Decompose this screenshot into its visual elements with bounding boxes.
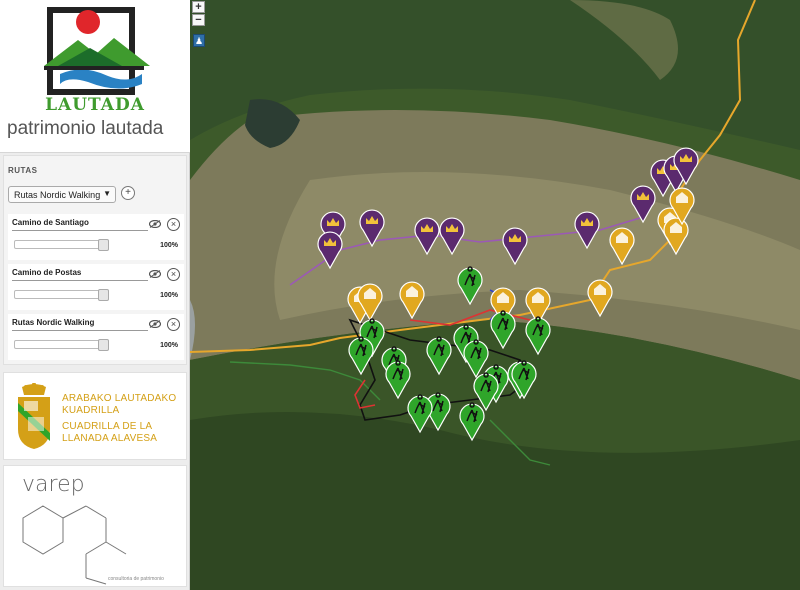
chevron-down-icon: ▼ (103, 189, 111, 198)
camino-santiago-marker[interactable] (502, 227, 528, 266)
divider (12, 330, 148, 331)
camino-postas-marker[interactable] (587, 279, 613, 318)
rutas-panel-title: RUTAS (8, 166, 38, 175)
layer-camino-postas: Camino de Postas × 100% (8, 264, 184, 310)
cuadrilla-logo-panel[interactable]: ARABAKO LAUTADAKO KUADRILLA CUADRILLA DE… (3, 372, 187, 460)
nordic-walking-marker[interactable] (385, 360, 411, 400)
varep-tagline: consultoria de patrimonio (108, 576, 164, 582)
camino-santiago-marker[interactable] (414, 217, 440, 256)
opacity-value: 100% (160, 292, 178, 299)
logo-panel: LAUTADA patrimonio lautada (0, 0, 190, 153)
slider-handle[interactable] (98, 239, 109, 251)
camino-santiago-marker[interactable] (574, 211, 600, 250)
layer-name: Camino de Postas (12, 268, 82, 277)
cuadrilla-name-line: KUADRILLA (62, 405, 120, 416)
camino-postas-marker[interactable] (609, 227, 635, 266)
zoom-out-button[interactable]: − (192, 14, 205, 26)
add-route-button[interactable]: + (121, 186, 135, 200)
nordic-walking-marker[interactable] (457, 266, 483, 306)
divider (12, 280, 148, 281)
layer-name: Camino de Santiago (12, 218, 89, 227)
remove-layer-close-icon[interactable]: × (167, 268, 180, 281)
layer-nordic-walking: Rutas Nordic Walking × 100% (8, 314, 184, 360)
opacity-slider[interactable] (14, 239, 109, 251)
opacity-value: 100% (160, 342, 178, 349)
zoom-in-button[interactable]: + (192, 1, 205, 13)
remove-layer-close-icon[interactable]: × (167, 318, 180, 331)
layer-camino-santiago: Camino de Santiago × 100% (8, 214, 184, 260)
varep-logo-panel[interactable]: varep consultoria de patrimonio (3, 465, 187, 587)
camino-santiago-marker[interactable] (439, 217, 465, 256)
coat-of-arms-icon (18, 383, 50, 449)
molecule-graphic (22, 505, 127, 585)
camino-santiago-marker[interactable] (317, 231, 343, 270)
slider-handle[interactable] (98, 339, 109, 351)
map-view[interactable]: + − ♟ (190, 0, 800, 590)
site-title: patrimonio lautada (7, 118, 164, 139)
route-select[interactable]: Rutas Nordic Walking ▼ (8, 186, 116, 203)
nordic-walking-marker[interactable] (407, 394, 433, 434)
opacity-slider[interactable] (14, 289, 109, 301)
street-view-person-icon[interactable]: ♟ (193, 34, 205, 47)
camino-santiago-marker[interactable] (630, 185, 656, 224)
camino-santiago-marker[interactable] (359, 209, 385, 248)
map-markers-layer (317, 147, 699, 442)
divider (12, 230, 148, 231)
nordic-walking-marker[interactable] (525, 316, 551, 356)
rutas-panel: RUTAS Rutas Nordic Walking ▼ + Camino de… (3, 155, 187, 365)
cuadrilla-name-line: ARABAKO LAUTADAKO (62, 393, 177, 404)
camino-postas-marker[interactable] (399, 281, 425, 320)
slider-handle[interactable] (98, 289, 109, 301)
logo-wordmark: LAUTADA (45, 95, 145, 115)
opacity-value: 100% (160, 242, 178, 249)
nordic-walking-marker[interactable] (473, 372, 499, 412)
cuadrilla-name-line: LLANADA ALAVESA (62, 433, 158, 444)
layer-name: Rutas Nordic Walking (12, 318, 95, 327)
visibility-eye-icon[interactable] (149, 320, 161, 328)
nordic-walking-marker[interactable] (490, 310, 516, 350)
nordic-walking-marker[interactable] (511, 360, 537, 400)
nordic-walking-marker[interactable] (348, 336, 374, 376)
nordic-walking-marker[interactable] (426, 336, 452, 376)
sidebar: LAUTADA patrimonio lautada RUTAS Rutas N… (0, 0, 190, 590)
varep-wordmark: varep (22, 472, 85, 497)
route-select-value: Rutas Nordic Walking (14, 190, 101, 200)
visibility-eye-icon[interactable] (149, 220, 161, 228)
visibility-eye-icon[interactable] (149, 270, 161, 278)
remove-layer-close-icon[interactable]: × (167, 218, 180, 231)
cuadrilla-name-line: CUADRILLA DE LA (62, 421, 153, 432)
lautada-logo (44, 7, 150, 95)
nordic-walking-marker[interactable] (459, 402, 485, 442)
opacity-slider[interactable] (14, 339, 109, 351)
camino-postas-marker[interactable] (663, 217, 689, 256)
nordic-walking-marker[interactable] (463, 339, 489, 379)
